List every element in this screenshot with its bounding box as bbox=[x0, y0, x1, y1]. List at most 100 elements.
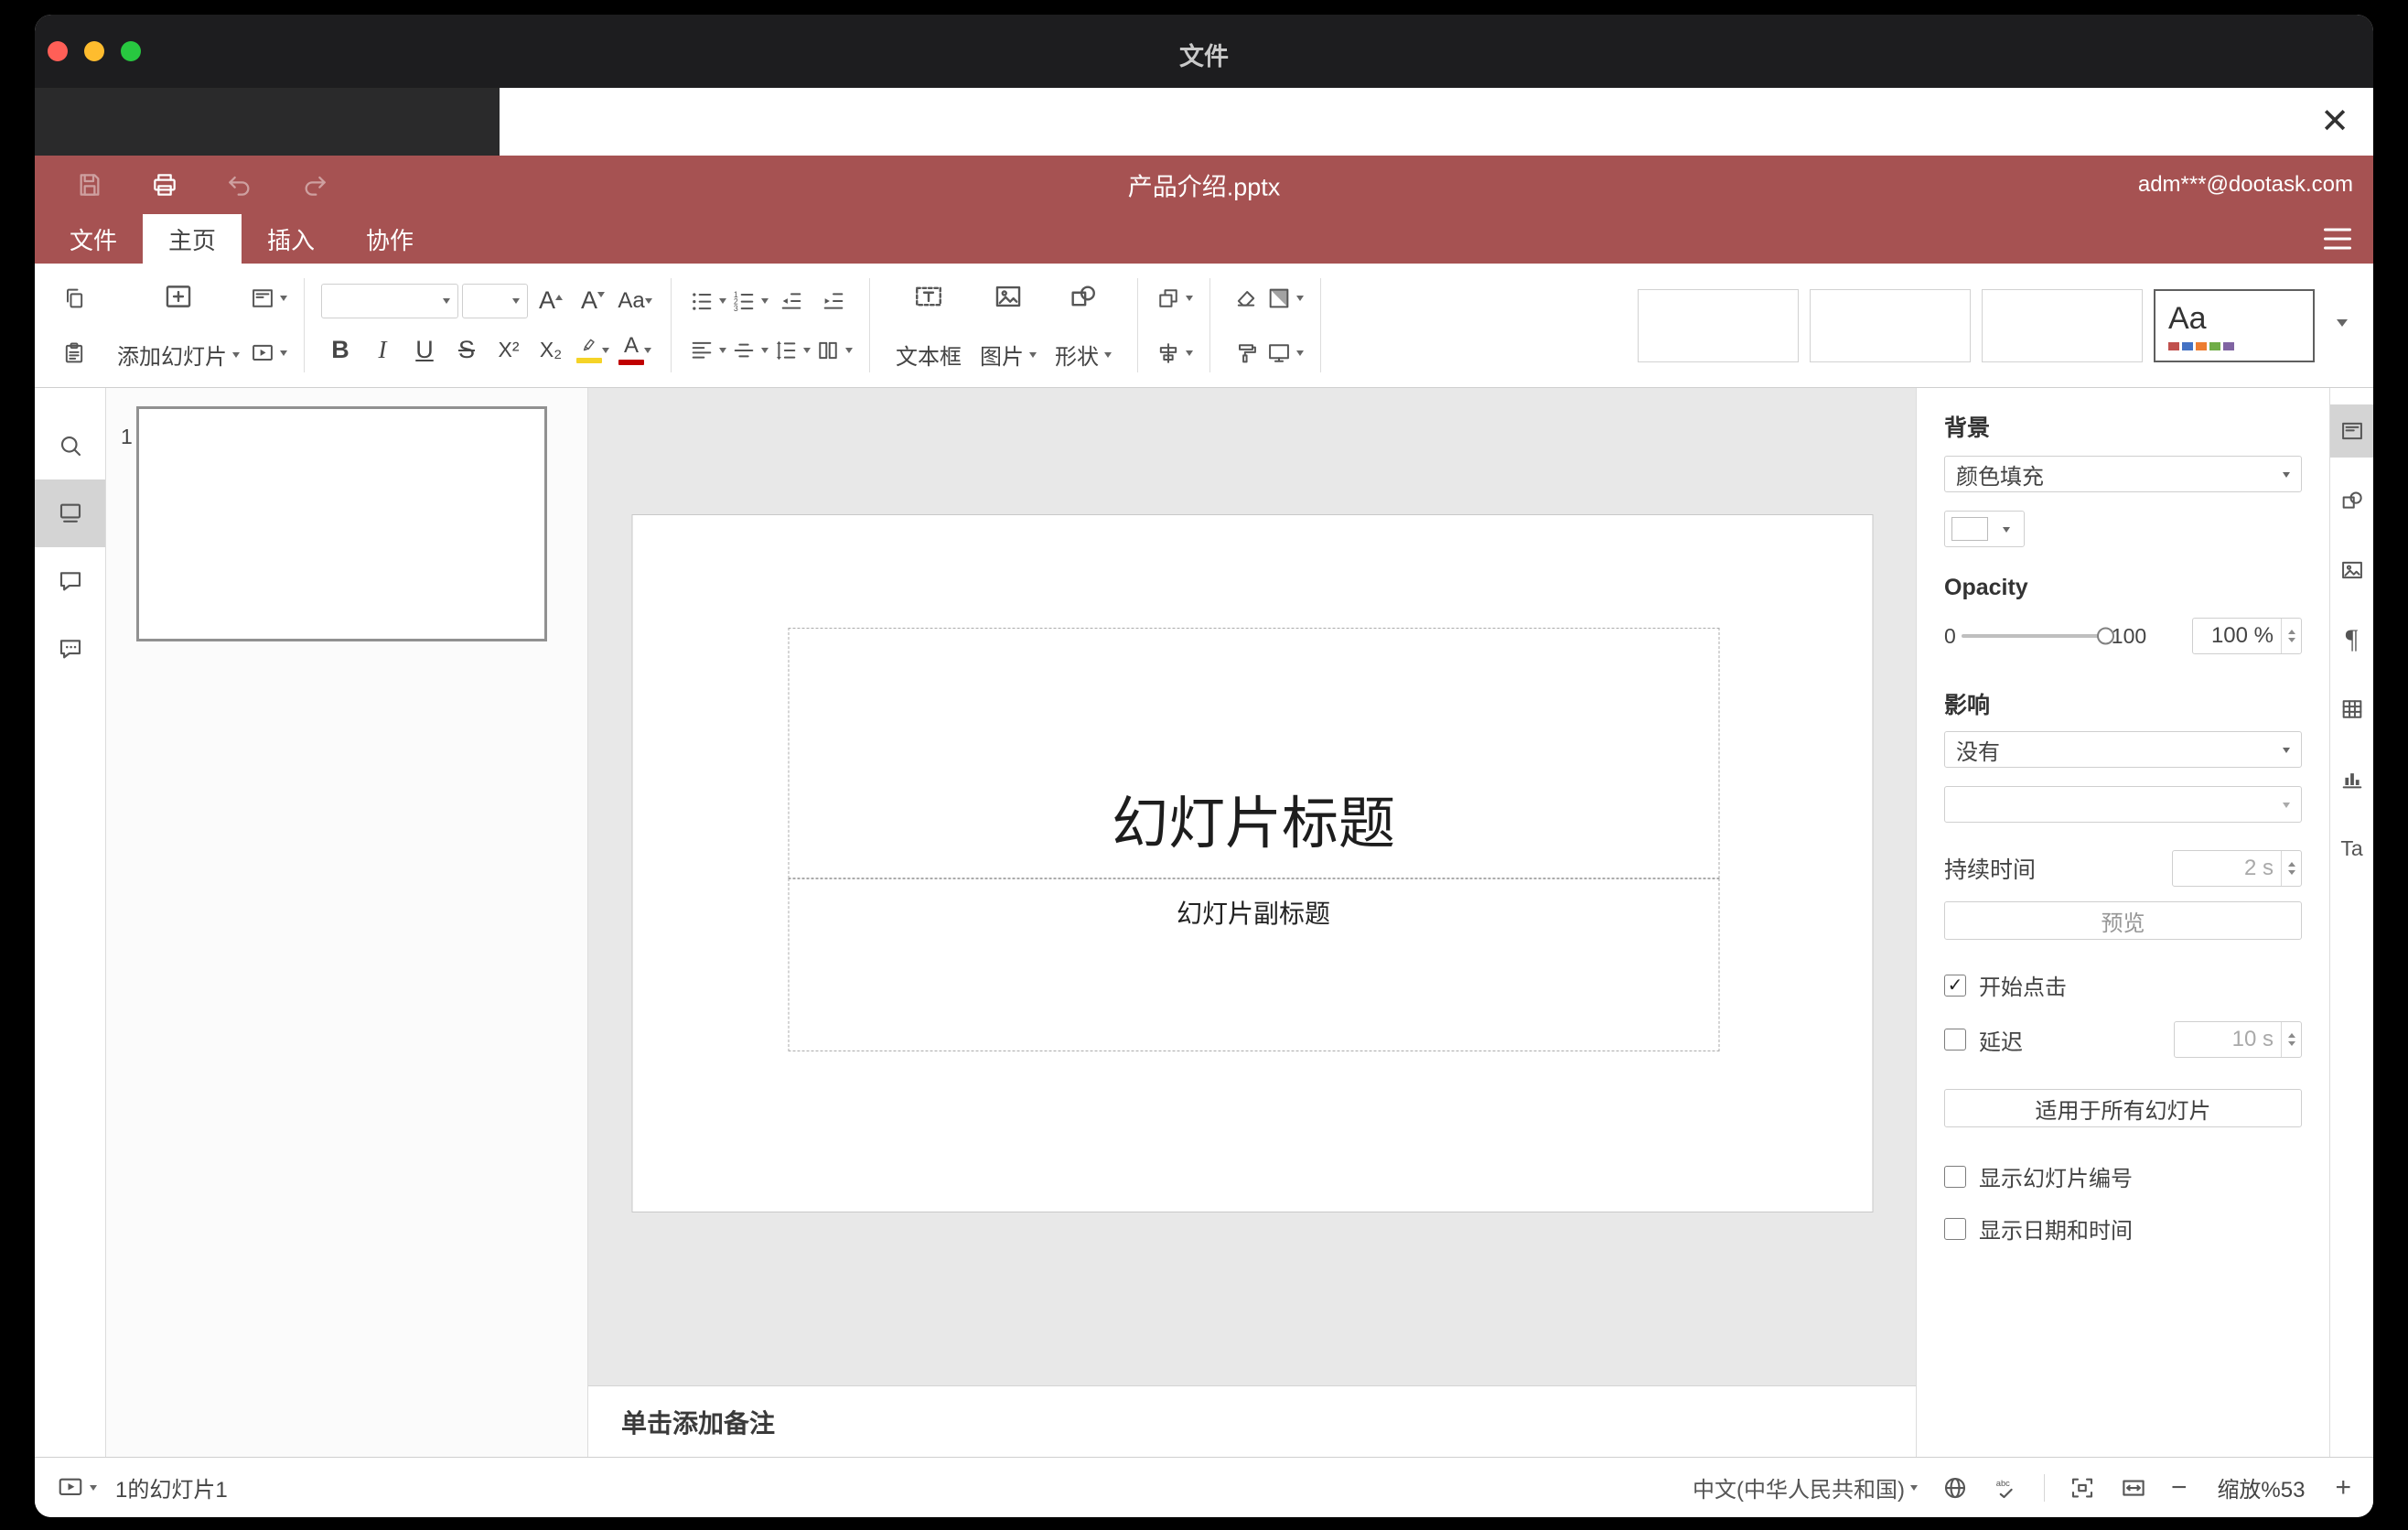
effect-select[interactable]: 没有 bbox=[1944, 731, 2302, 768]
paste-button[interactable] bbox=[55, 333, 93, 373]
effect-variant-select[interactable] bbox=[1944, 786, 2302, 823]
save-button[interactable] bbox=[71, 167, 108, 203]
start-on-click-checkbox[interactable]: ✓ bbox=[1944, 974, 1966, 997]
document-language-button[interactable] bbox=[1941, 1474, 1969, 1502]
show-slide-number-checkbox[interactable] bbox=[1944, 1165, 1966, 1188]
comments-panel-button[interactable] bbox=[35, 547, 105, 615]
image-settings-tab[interactable] bbox=[2330, 544, 2374, 597]
bullet-list-button[interactable] bbox=[688, 281, 726, 321]
copy-button[interactable] bbox=[55, 278, 93, 318]
paragraph-group: 123 bbox=[681, 271, 860, 380]
close-icon[interactable]: ✕ bbox=[2320, 104, 2349, 139]
subscript-button[interactable]: X₂ bbox=[532, 330, 570, 371]
decrease-font-button[interactable]: A bbox=[574, 281, 612, 321]
clear-style-button[interactable] bbox=[1227, 278, 1265, 318]
columns-button[interactable] bbox=[814, 330, 853, 371]
bold-button[interactable]: B bbox=[321, 330, 360, 371]
underline-button[interactable]: U bbox=[405, 330, 444, 371]
slide-layout-button[interactable] bbox=[249, 278, 287, 318]
horizontal-align-button[interactable] bbox=[688, 330, 726, 371]
add-slide-button[interactable]: 添加幻灯片 bbox=[108, 275, 249, 376]
theme-thumbnail[interactable] bbox=[1810, 288, 1971, 362]
increase-font-button[interactable]: A bbox=[532, 281, 570, 321]
shape-settings-tab[interactable] bbox=[2330, 474, 2374, 527]
textart-settings-tab[interactable]: Ta bbox=[2330, 822, 2374, 875]
slide[interactable]: 幻灯片标题 幻灯片副标题 bbox=[631, 514, 1873, 1212]
print-button[interactable] bbox=[146, 167, 183, 203]
increase-indent-button[interactable] bbox=[814, 281, 853, 321]
tab-collaboration[interactable]: 协作 bbox=[340, 214, 439, 264]
undo-button[interactable] bbox=[221, 167, 258, 203]
spinner-control[interactable] bbox=[2281, 1022, 2301, 1057]
spinner-control[interactable] bbox=[2281, 619, 2301, 653]
zoom-out-button[interactable]: − bbox=[2171, 1473, 2188, 1502]
italic-button[interactable]: I bbox=[363, 330, 402, 371]
tab-file[interactable]: 文件 bbox=[44, 214, 143, 264]
delay-input[interactable]: 10 s bbox=[2174, 1021, 2302, 1058]
highlight-color-button[interactable] bbox=[574, 330, 612, 371]
strikethrough-button[interactable]: S bbox=[447, 330, 486, 371]
theme-thumbnail[interactable] bbox=[1982, 288, 2143, 362]
slide-thumbnails-panel-button[interactable] bbox=[35, 479, 105, 547]
editor-body: 1 幻灯片标题 幻灯片副标题 单击添加备注 背景 颜色填充 Opacity 0 … bbox=[35, 388, 2373, 1457]
decrease-indent-button[interactable] bbox=[772, 281, 811, 321]
numbered-list-button[interactable]: 123 bbox=[730, 281, 769, 321]
font-color-button[interactable]: A bbox=[616, 330, 654, 371]
zoom-level[interactable]: 缩放%53 bbox=[2210, 1471, 2311, 1503]
show-date-time-checkbox[interactable] bbox=[1944, 1217, 1966, 1240]
slide-canvas[interactable]: 幻灯片标题 幻灯片副标题 bbox=[588, 388, 1916, 1385]
language-select[interactable]: 中文(中华人民共和国) bbox=[1693, 1471, 1918, 1503]
menu-hamburger-icon[interactable] bbox=[2324, 228, 2351, 250]
redo-button[interactable] bbox=[296, 167, 333, 203]
fit-to-slide-button[interactable] bbox=[2069, 1474, 2096, 1502]
theme-thumbnail[interactable] bbox=[1638, 288, 1799, 362]
fill-type-select[interactable]: 颜色填充 bbox=[1944, 456, 2302, 492]
opacity-slider-knob[interactable] bbox=[2096, 627, 2114, 645]
superscript-button[interactable]: X² bbox=[489, 330, 528, 371]
insert-shape-button[interactable]: 形状 bbox=[1046, 275, 1121, 376]
slide-settings-tab[interactable] bbox=[2329, 404, 2373, 458]
theme-thumbnail-selected[interactable]: Aa bbox=[2154, 288, 2315, 362]
feedback-panel-button[interactable] bbox=[35, 615, 105, 683]
slide-size-button[interactable] bbox=[1265, 333, 1304, 373]
zoom-window-button[interactable] bbox=[121, 41, 141, 61]
duration-input[interactable]: 2 s bbox=[2172, 850, 2302, 887]
insert-textbox-button[interactable]: 文本框 bbox=[887, 275, 971, 376]
theme-gallery-expand-button[interactable] bbox=[2324, 271, 2360, 373]
tab-home[interactable]: 主页 bbox=[143, 214, 242, 264]
color-scheme-button[interactable] bbox=[1265, 278, 1304, 318]
opacity-input[interactable]: 100 % bbox=[2192, 618, 2302, 654]
font-name-select[interactable] bbox=[321, 283, 458, 318]
title-placeholder[interactable]: 幻灯片标题 bbox=[788, 628, 1719, 878]
align-shapes-button[interactable] bbox=[1155, 333, 1193, 373]
notes-area[interactable]: 单击添加备注 bbox=[588, 1385, 1916, 1457]
insert-image-button[interactable]: 图片 bbox=[971, 275, 1046, 376]
search-panel-button[interactable] bbox=[35, 412, 105, 479]
zoom-in-button[interactable]: + bbox=[2335, 1473, 2351, 1502]
start-slideshow-button[interactable] bbox=[249, 333, 287, 373]
subtitle-placeholder[interactable]: 幻灯片副标题 bbox=[788, 878, 1719, 1051]
copy-style-button[interactable] bbox=[1227, 333, 1265, 373]
spinner-control[interactable] bbox=[2281, 851, 2301, 886]
font-size-select[interactable] bbox=[462, 283, 528, 318]
table-settings-tab[interactable] bbox=[2330, 683, 2374, 736]
line-spacing-button[interactable] bbox=[772, 330, 811, 371]
close-window-button[interactable] bbox=[48, 41, 68, 61]
arrange-shapes-button[interactable] bbox=[1155, 278, 1193, 318]
chart-settings-tab[interactable] bbox=[2330, 752, 2374, 805]
change-case-button[interactable]: Aa bbox=[616, 281, 654, 321]
fill-color-select[interactable] bbox=[1944, 511, 2025, 547]
slide-thumbnail-1[interactable] bbox=[136, 406, 547, 641]
fit-to-width-button[interactable] bbox=[2120, 1474, 2147, 1502]
start-slideshow-status-button[interactable] bbox=[57, 1474, 97, 1502]
tab-insert[interactable]: 插入 bbox=[242, 214, 340, 264]
insert-group: 文本框 图片 形状 bbox=[879, 271, 1128, 380]
preview-button[interactable]: 预览 bbox=[1944, 901, 2302, 940]
opacity-slider[interactable] bbox=[1961, 627, 2114, 645]
spellcheck-button[interactable]: abc bbox=[1993, 1474, 2020, 1502]
minimize-window-button[interactable] bbox=[84, 41, 104, 61]
delay-checkbox[interactable] bbox=[1944, 1029, 1966, 1051]
vertical-align-button[interactable] bbox=[730, 330, 769, 371]
paragraph-settings-tab[interactable]: ¶ bbox=[2330, 613, 2374, 666]
apply-to-all-slides-button[interactable]: 适用于所有幻灯片 bbox=[1944, 1089, 2302, 1127]
